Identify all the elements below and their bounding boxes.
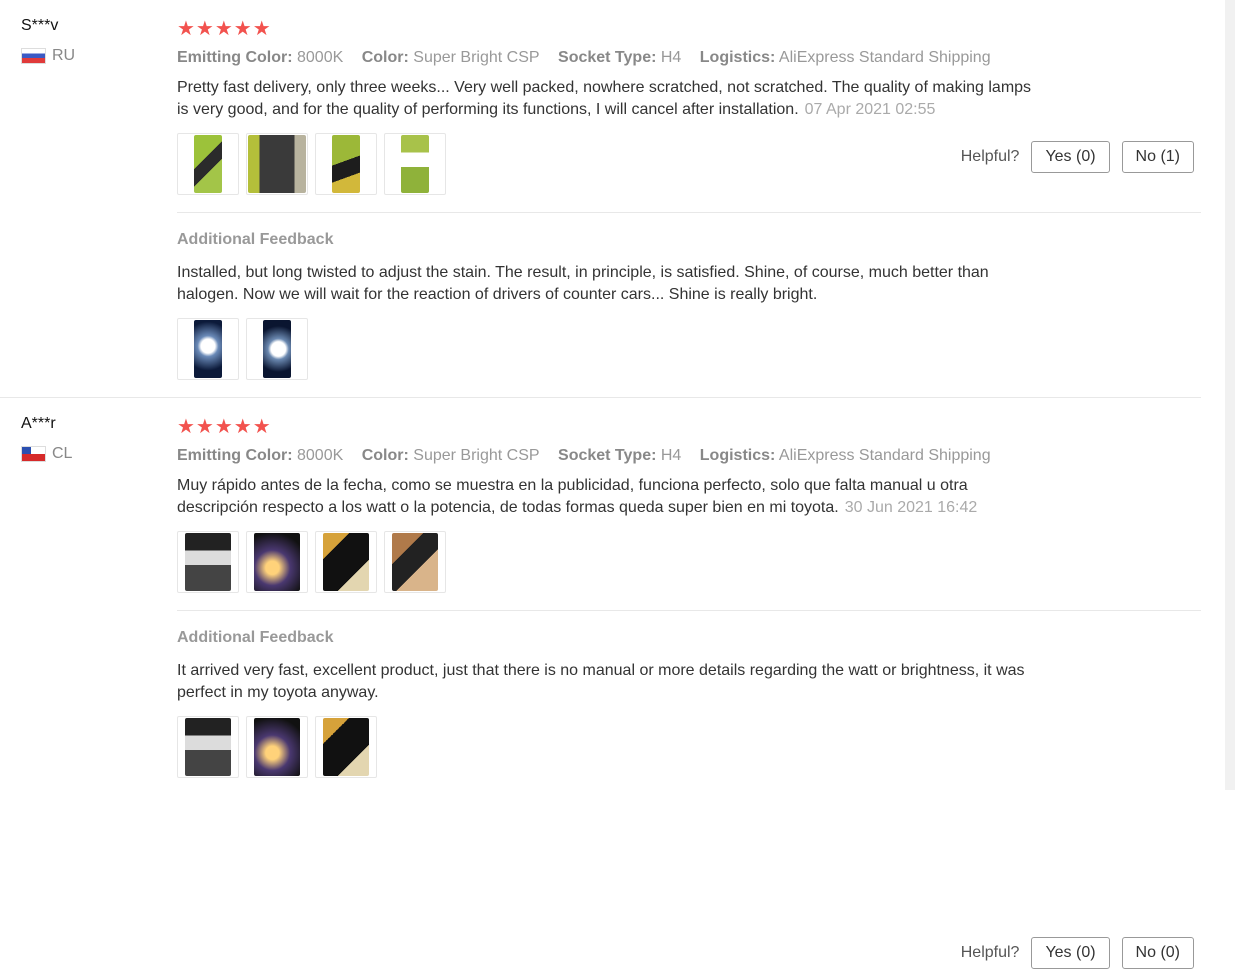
prop-color: Color: Super Bright CSP	[361, 49, 540, 66]
divider	[177, 610, 1201, 611]
additional-feedback-text: It arrived very fast, excellent product,…	[177, 662, 1025, 701]
additional-feedback-photos	[177, 318, 1201, 380]
helpful-vote: Helpful? Yes (0) No (0)	[961, 937, 1194, 969]
review-content: ★★★★★ Emitting Color: 8000K Color: Super…	[177, 416, 1201, 778]
review-separator	[0, 397, 1201, 398]
helpful-label: Helpful?	[960, 148, 1020, 165]
reviewer-country: CL	[21, 445, 161, 463]
review-date: 07 Apr 2021 02:55	[804, 101, 936, 118]
product-properties: Emitting Color: 8000K Color: Super Brigh…	[177, 445, 1201, 467]
prop-emitting-color: Emitting Color: 8000K	[177, 447, 344, 464]
review-photo-thumbnail[interactable]	[315, 133, 377, 195]
review-photo-thumbnail[interactable]	[177, 716, 239, 778]
review-photos	[177, 531, 1201, 593]
country-code: RU	[52, 47, 76, 64]
scrollbar[interactable]	[1225, 0, 1235, 790]
review-photo-thumbnail[interactable]	[246, 531, 308, 593]
reviewer-country: RU	[21, 47, 161, 65]
review-photo-thumbnail[interactable]	[315, 716, 377, 778]
additional-feedback-photos	[177, 716, 1201, 778]
review-photo-thumbnail[interactable]	[246, 133, 308, 195]
prop-color: Color: Super Bright CSP	[361, 447, 540, 464]
review-photo-thumbnail[interactable]	[246, 318, 308, 380]
russia-flag-icon	[21, 48, 46, 64]
review-photo-thumbnail[interactable]	[177, 531, 239, 593]
additional-feedback-title: Additional Feedback	[177, 231, 334, 248]
prop-logistics: Logistics: AliExpress Standard Shipping	[699, 49, 991, 66]
prop-logistics: Logistics: AliExpress Standard Shipping	[699, 447, 991, 464]
reviewer-name: S***v	[21, 17, 59, 34]
review-photo-thumbnail[interactable]	[246, 716, 308, 778]
review-photo-thumbnail[interactable]	[384, 531, 446, 593]
helpful-label: Helpful?	[960, 944, 1020, 961]
additional-feedback-text: Installed, but long twisted to adjust th…	[177, 264, 989, 303]
chile-flag-icon	[21, 446, 46, 462]
review-photo-thumbnail[interactable]	[177, 318, 239, 380]
reviewer-info: A***r CL	[21, 413, 161, 463]
review-text: Pretty fast delivery, only three weeks..…	[177, 79, 1032, 118]
review-date: 30 Jun 2021 16:42	[844, 499, 978, 516]
helpful-no-button[interactable]: No (1)	[1121, 141, 1194, 173]
helpful-yes-button[interactable]: Yes (0)	[1031, 141, 1110, 173]
review-photo-thumbnail[interactable]	[177, 133, 239, 195]
review-photo-thumbnail[interactable]	[315, 531, 377, 593]
review-content: ★★★★★ Emitting Color: 8000K Color: Super…	[177, 18, 1201, 380]
divider	[177, 212, 1201, 213]
star-rating-icon: ★★★★★	[177, 18, 272, 40]
prop-emitting-color: Emitting Color: 8000K	[177, 49, 344, 66]
helpful-yes-button[interactable]: Yes (0)	[1031, 937, 1110, 969]
product-properties: Emitting Color: 8000K Color: Super Brigh…	[177, 47, 1201, 69]
helpful-vote: Helpful? Yes (0) No (1)	[961, 141, 1194, 173]
reviewer-info: S***v RU	[21, 15, 161, 65]
helpful-no-button[interactable]: No (0)	[1121, 937, 1194, 969]
star-rating-icon: ★★★★★	[177, 416, 272, 438]
prop-socket-type: Socket Type: H4	[558, 447, 682, 464]
country-code: CL	[52, 445, 73, 462]
review-photo-thumbnail[interactable]	[384, 133, 446, 195]
prop-socket-type: Socket Type: H4	[558, 49, 682, 66]
reviewer-name: A***r	[21, 415, 56, 432]
review-text: Muy rápido antes de la fecha, como se mu…	[177, 477, 978, 516]
additional-feedback-title: Additional Feedback	[177, 629, 334, 646]
